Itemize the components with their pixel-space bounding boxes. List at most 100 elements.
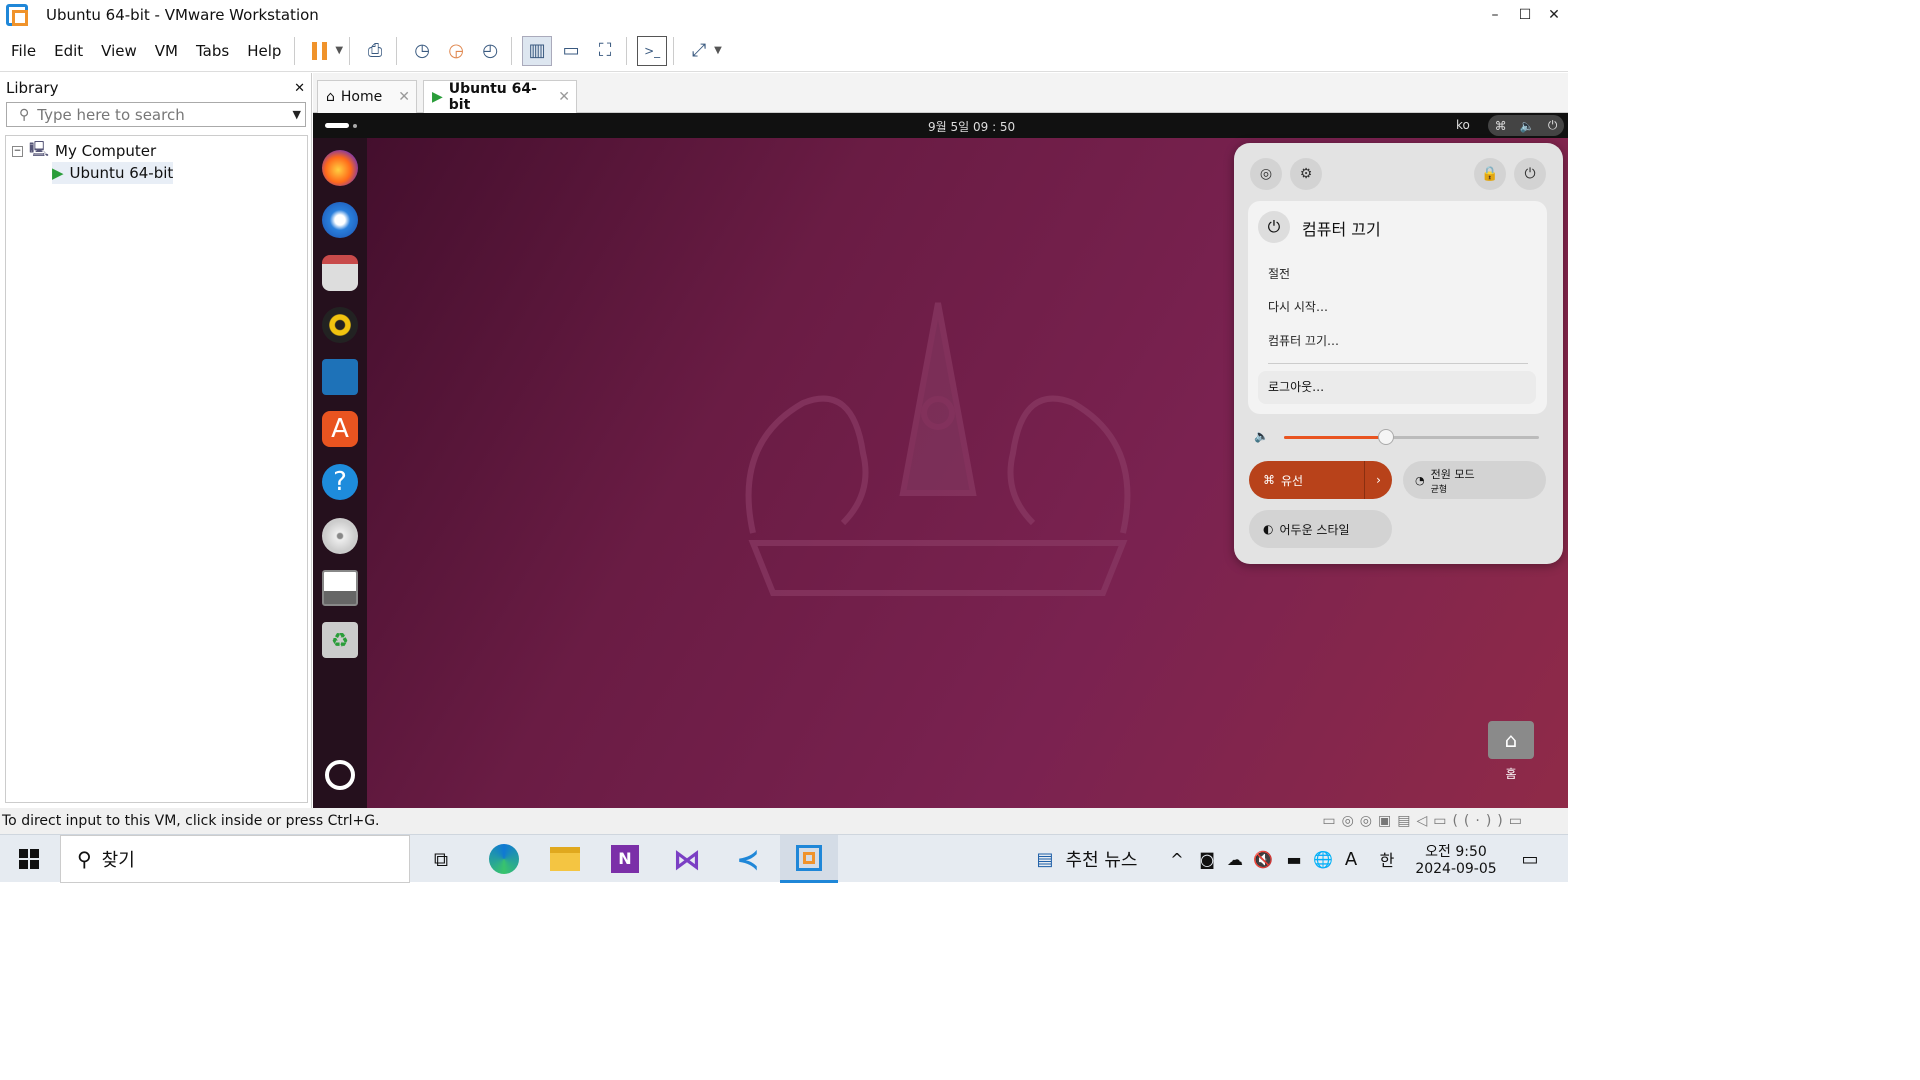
- maximize-button[interactable]: ☐: [1510, 0, 1540, 30]
- search-dropdown-icon[interactable]: ▼: [293, 108, 301, 121]
- ime-hangul[interactable]: 한: [1376, 835, 1398, 883]
- tray-overflow-icon[interactable]: ^: [1166, 835, 1188, 883]
- notification-icon[interactable]: ▭: [1510, 835, 1550, 883]
- volume-slider[interactable]: [1284, 429, 1539, 445]
- fullscreen-icon[interactable]: ⛶: [590, 36, 620, 66]
- firefox-icon[interactable]: [322, 150, 358, 186]
- floppy-icon[interactable]: [322, 570, 358, 606]
- tree-my-computer[interactable]: My Computer: [55, 142, 156, 160]
- menu-vm[interactable]: VM: [148, 42, 185, 60]
- activities-button[interactable]: [325, 123, 349, 128]
- desktop-home-folder[interactable]: ⌂ 홈: [1488, 721, 1534, 782]
- tab-ubuntu[interactable]: ▶ Ubuntu 64-bit ✕: [423, 80, 577, 113]
- menu-tabs[interactable]: Tabs: [189, 42, 236, 60]
- onedrive-icon[interactable]: ☁: [1224, 835, 1246, 883]
- workspace-dot: [353, 124, 357, 128]
- power-off-item[interactable]: 컴퓨터 끄기…: [1268, 332, 1339, 349]
- volume-slider-knob[interactable]: [1378, 429, 1394, 445]
- minimize-button[interactable]: –: [1480, 0, 1510, 30]
- thumbnail-view-icon[interactable]: ▭: [556, 36, 586, 66]
- dark-style-toggle[interactable]: ◐ 어두운 스타일: [1249, 510, 1392, 548]
- writer-icon[interactable]: [322, 359, 358, 395]
- restart-item[interactable]: 다시 시작…: [1268, 298, 1328, 315]
- news-widget[interactable]: ▤ 추천 뉴스: [1022, 835, 1152, 883]
- snapshot-manager-icon[interactable]: ◴: [475, 36, 505, 66]
- library-close-button[interactable]: ✕: [294, 81, 305, 96]
- snapshot-icon[interactable]: ◷: [407, 36, 437, 66]
- trash-icon[interactable]: ♻: [322, 622, 358, 658]
- collapse-icon[interactable]: −: [12, 145, 23, 157]
- computer-icon: 🖳: [29, 139, 50, 158]
- stretch-icon[interactable]: ⤢: [684, 36, 714, 66]
- menu-edit[interactable]: Edit: [47, 42, 90, 60]
- library-search-input[interactable]: ⚲ Type here to search ▼: [6, 102, 306, 127]
- revert-snapshot-icon[interactable]: ◶: [441, 36, 471, 66]
- taskbar-time: 오전 9:50: [1425, 844, 1487, 860]
- task-view-icon[interactable]: ⧉: [420, 835, 462, 883]
- power-mode-toggle[interactable]: ◔ 전원 모드 균형: [1403, 461, 1546, 499]
- dock: A ? ♻: [313, 138, 367, 808]
- taskbar-search-text: 찾기: [101, 850, 135, 871]
- ubuntu-desktop[interactable]: 9월 5일 09 : 50 ko ⌘ 🔈 ⏻ A ? ♻ ◎ ⚙ 🔒 ⏻ ⏻ 컴…: [313, 113, 1568, 808]
- system-menu-button[interactable]: ⌘ 🔈 ⏻: [1488, 115, 1564, 136]
- vmware-taskbar-icon[interactable]: [780, 835, 838, 883]
- library-view-icon[interactable]: ▥: [522, 35, 553, 66]
- tree-ubuntu-vm[interactable]: Ubuntu 64-bit: [70, 164, 174, 182]
- tab-home[interactable]: ⌂ Home ✕: [317, 80, 417, 113]
- lock-icon[interactable]: 🔒: [1474, 158, 1506, 190]
- wired-toggle[interactable]: ⌘ 유선 ›: [1249, 461, 1392, 499]
- taskbar-search[interactable]: ⚲ 찾기: [60, 835, 410, 883]
- power-icon: ⏻: [1547, 118, 1558, 132]
- meet-now-icon[interactable]: ◙: [1196, 835, 1218, 883]
- thunderbird-icon[interactable]: [322, 202, 358, 238]
- file-explorer-icon[interactable]: [544, 835, 586, 883]
- help-icon[interactable]: ?: [322, 464, 358, 500]
- suspend-item[interactable]: 절전: [1268, 265, 1290, 282]
- disc-icon[interactable]: [322, 518, 358, 554]
- onenote-icon[interactable]: N: [604, 835, 646, 883]
- news-label: 추천 뉴스: [1065, 850, 1138, 871]
- pause-dropdown-icon[interactable]: ▼: [335, 45, 343, 56]
- menu-file[interactable]: File: [4, 42, 43, 60]
- menu-bar: File Edit View VM Tabs Help ▼ ⎙ ◷ ◶ ◴ ▥ …: [0, 30, 1568, 72]
- gnome-top-bar: 9월 5일 09 : 50 ko ⌘ 🔈 ⏻: [313, 113, 1568, 138]
- taskbar-clock[interactable]: 오전 9:50 2024-09-05: [1410, 835, 1502, 883]
- power-mode-sub: 균형: [1430, 484, 1448, 495]
- app-center-icon[interactable]: A: [322, 411, 358, 447]
- edge-icon[interactable]: [483, 835, 525, 883]
- tab-ubuntu-close-icon[interactable]: ✕: [558, 89, 570, 105]
- ime-mode[interactable]: A: [1340, 835, 1362, 883]
- start-button[interactable]: [0, 835, 58, 883]
- vscode-icon[interactable]: ≺: [727, 835, 769, 883]
- menu-help[interactable]: Help: [240, 42, 288, 60]
- files-icon[interactable]: [322, 255, 358, 291]
- visual-studio-icon[interactable]: ⋈: [666, 835, 708, 883]
- settings-gear-icon[interactable]: ⚙: [1290, 158, 1322, 190]
- menu-view[interactable]: View: [94, 42, 144, 60]
- wired-icon: ⌘: [1263, 473, 1275, 487]
- rhythmbox-icon[interactable]: [322, 307, 358, 343]
- network-globe-icon[interactable]: 🌐: [1312, 835, 1334, 883]
- tab-strip: ⌂ Home ✕ ▶ Ubuntu 64-bit ✕: [313, 73, 1568, 113]
- input-language[interactable]: ko: [1456, 118, 1470, 132]
- battery-icon[interactable]: ▬: [1282, 835, 1306, 883]
- wired-arrow-icon[interactable]: ›: [1364, 461, 1392, 499]
- screenshot-icon[interactable]: ◎: [1250, 158, 1282, 190]
- close-button[interactable]: ✕: [1539, 0, 1569, 30]
- window-title: Ubuntu 64-bit - VMware Workstation: [46, 6, 319, 24]
- logout-item[interactable]: 로그아웃…: [1258, 371, 1536, 404]
- send-ctrl-alt-del-icon[interactable]: ⎙: [360, 36, 390, 66]
- pause-icon[interactable]: [305, 36, 335, 66]
- stretch-dropdown-icon[interactable]: ▼: [714, 45, 722, 56]
- power-menu-icon[interactable]: ⏻: [1514, 158, 1546, 190]
- library-tree: − 🖳 My Computer ▶ Ubuntu 64-bit: [5, 135, 308, 803]
- tab-home-close-icon[interactable]: ✕: [398, 89, 410, 105]
- speaker-muted-icon[interactable]: 🔇: [1252, 835, 1274, 883]
- console-icon[interactable]: >_: [637, 35, 668, 66]
- show-apps-icon[interactable]: [325, 760, 355, 790]
- clock[interactable]: 9월 5일 09 : 50: [928, 118, 1015, 135]
- network-icon: ⌘: [1494, 118, 1507, 133]
- library-panel: Library ✕ ⚲ Type here to search ▼ − 🖳 My…: [0, 73, 312, 808]
- library-title: Library: [6, 79, 59, 97]
- tab-ubuntu-label: Ubuntu 64-bit: [448, 81, 537, 113]
